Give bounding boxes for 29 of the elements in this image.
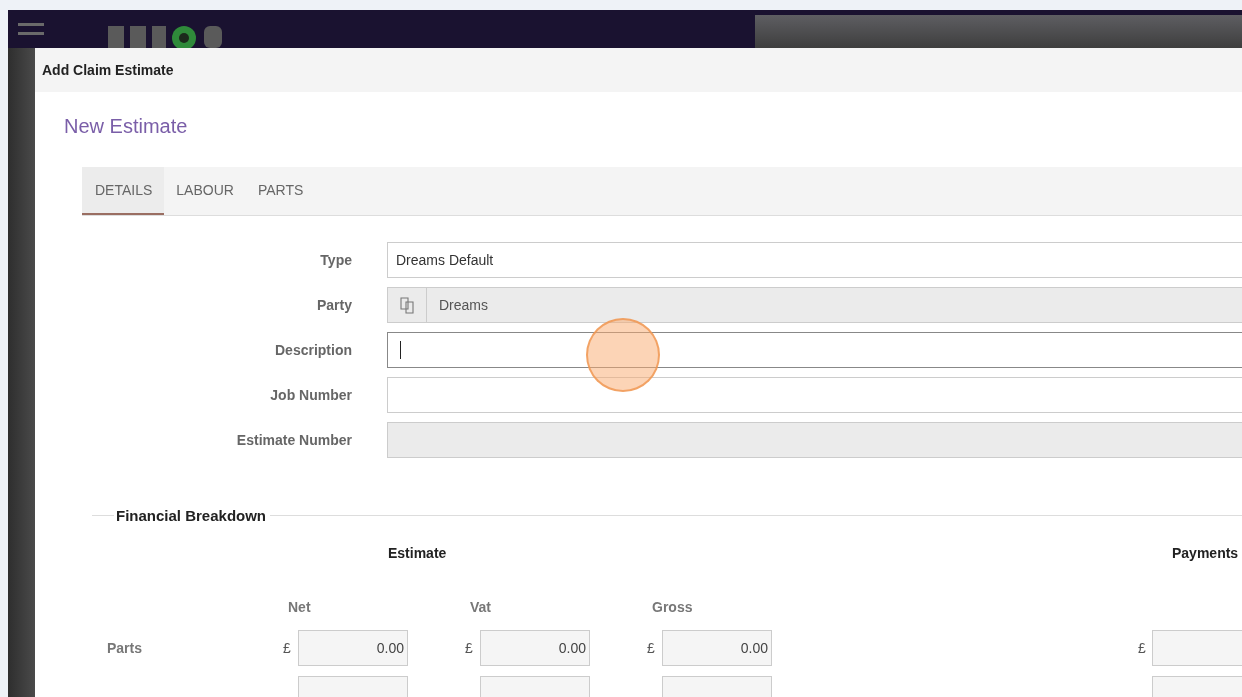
amount-field[interactable] — [1151, 630, 1242, 666]
column-heading: Net — [288, 599, 311, 615]
amount-field[interactable]: 0.00 — [298, 630, 408, 666]
page-heading: New Estimate — [64, 115, 189, 139]
tab[interactable]: PARTS — [245, 167, 316, 215]
dialog-title: Add Claim Estimate — [42, 62, 174, 78]
field-label: Type — [319, 252, 352, 268]
section-title: Financial Breakdown — [115, 506, 268, 524]
row-label: Parts — [107, 640, 143, 656]
field-label: Estimate Number — [235, 432, 352, 448]
amount-field[interactable]: 0.00 — [480, 630, 590, 666]
currency-symbol: £ — [647, 640, 655, 656]
column-group-heading: Payments — [1172, 545, 1239, 561]
field-label: Description — [274, 342, 352, 358]
tab[interactable]: LABOUR — [164, 167, 246, 215]
amount-field[interactable]: 0.00 — [662, 630, 772, 666]
currency-symbol: £ — [465, 640, 473, 656]
currency-symbol: £ — [283, 640, 291, 656]
column-heading: Vat — [470, 599, 491, 615]
tab[interactable]: DETAILS — [82, 167, 165, 215]
input-field[interactable] — [387, 377, 1242, 413]
copy-icon — [399, 296, 415, 314]
field-label: Job Number — [269, 387, 352, 403]
column-heading: Gross — [652, 599, 693, 615]
currency-symbol: £ — [1138, 640, 1146, 656]
field-label: Party — [315, 297, 352, 313]
input-field[interactable] — [387, 332, 1242, 368]
input-field[interactable]: Dreams Default — [387, 242, 1242, 278]
column-group-heading: Estimate — [388, 545, 447, 561]
